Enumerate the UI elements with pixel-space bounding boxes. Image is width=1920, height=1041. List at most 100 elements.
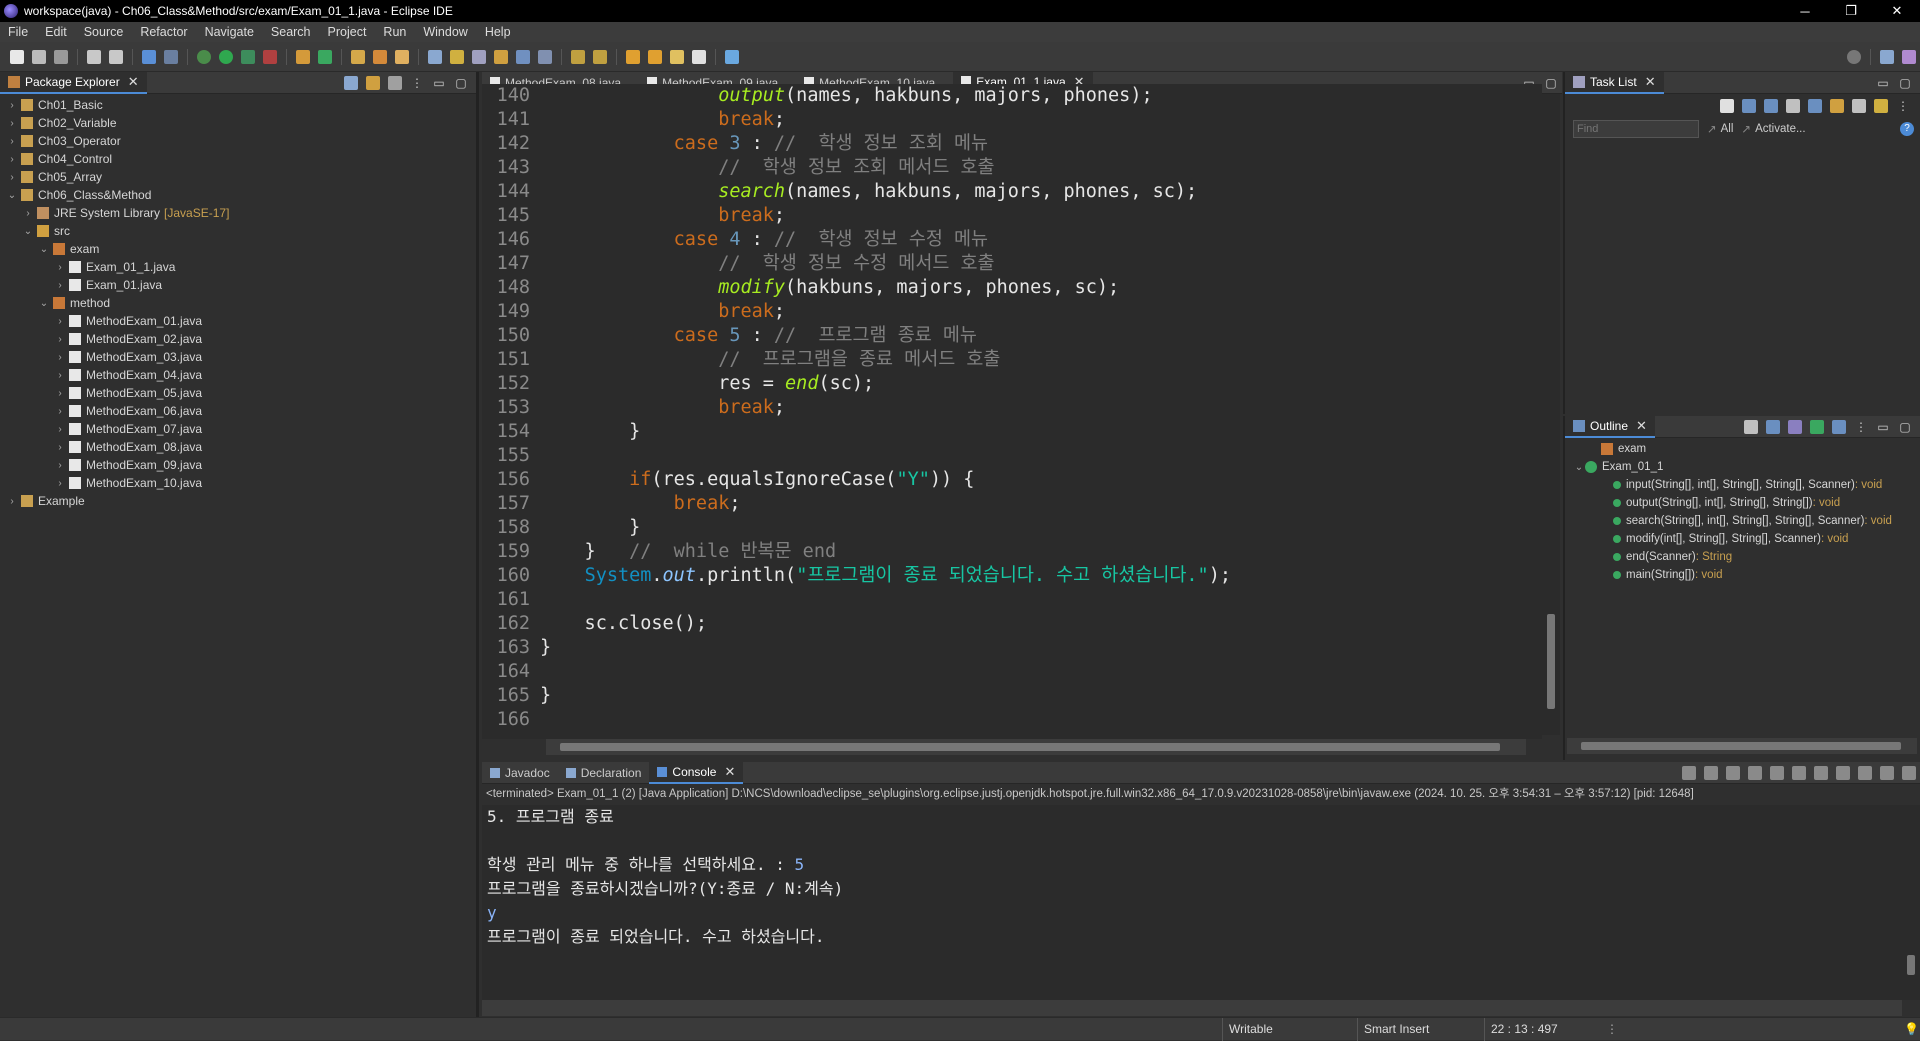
forward-history-icon[interactable]	[648, 49, 662, 64]
tree-item[interactable]: ⌄ method	[0, 294, 476, 312]
menu-navigate[interactable]: Navigate	[197, 25, 263, 39]
chevron-right-icon[interactable]: ›	[54, 280, 66, 291]
chevron-right-icon[interactable]: ›	[54, 370, 66, 381]
menu-window[interactable]: Window	[415, 25, 476, 39]
restore-button[interactable]: ❐	[1828, 0, 1874, 22]
tree-item[interactable]: › MethodExam_01.java	[0, 312, 476, 330]
hide-completed-icon[interactable]	[1786, 99, 1800, 113]
tree-item[interactable]: › MethodExam_03.java	[0, 348, 476, 366]
status-menu-icon[interactable]: ⋮	[1600, 1018, 1618, 1041]
menu-run[interactable]: Run	[375, 25, 415, 39]
menu-help[interactable]: Help	[477, 25, 520, 39]
editor-horizontal-scrollbar[interactable]	[546, 739, 1526, 755]
new-task-icon[interactable]	[1720, 99, 1734, 113]
tree-item[interactable]: › MethodExam_10.java	[0, 474, 476, 492]
chevron-right-icon[interactable]: ›	[6, 172, 18, 183]
chevron-down-icon[interactable]: ⌄	[6, 190, 18, 201]
maximize-view-icon[interactable]: ▢	[454, 76, 468, 90]
paragraph-icon[interactable]	[538, 49, 552, 64]
remove-launch-icon[interactable]	[1704, 765, 1718, 780]
menu-file[interactable]: File	[0, 25, 37, 39]
chevron-right-icon[interactable]: ›	[54, 352, 66, 363]
tab-outline[interactable]: Outline ✕	[1565, 415, 1655, 438]
next-annotation-icon[interactable]	[571, 49, 585, 64]
tree-item[interactable]: ⌄ src	[0, 222, 476, 240]
link-icon[interactable]	[1874, 99, 1888, 113]
tree-item[interactable]: › Ch02_Variable	[0, 114, 476, 132]
open-task-icon[interactable]	[373, 49, 387, 64]
sync-icon[interactable]	[1830, 99, 1844, 113]
task-find-input[interactable]	[1573, 120, 1699, 138]
scroll-lock-icon[interactable]	[1748, 765, 1762, 780]
focus-icon[interactable]	[1808, 99, 1822, 113]
bottom-tab[interactable]: Console ✕	[649, 761, 744, 784]
outline-item[interactable]: input(String[], int[], String[], String[…	[1565, 476, 1920, 494]
view-menu-icon[interactable]	[1858, 765, 1872, 780]
maximize-view-icon[interactable]: ▢	[1898, 420, 1912, 434]
tree-item[interactable]: › Ch03_Operator	[0, 132, 476, 150]
tree-item[interactable]: › MethodExam_02.java	[0, 330, 476, 348]
collapse-all-icon[interactable]	[1744, 419, 1758, 434]
external-tools-icon[interactable]	[263, 49, 277, 64]
close-icon[interactable]: ✕	[1636, 418, 1647, 434]
collapse-all-icon[interactable]	[1852, 99, 1866, 113]
chevron-right-icon[interactable]: ›	[54, 460, 66, 471]
tab-task-list[interactable]: Task List ✕	[1565, 71, 1664, 94]
outline-item[interactable]: ⌄ Exam_01_1	[1565, 458, 1920, 476]
tree-item[interactable]: › MethodExam_08.java	[0, 438, 476, 456]
chevron-right-icon[interactable]: ›	[54, 424, 66, 435]
undo-icon[interactable]	[87, 49, 101, 64]
minimize-button[interactable]: ─	[1782, 0, 1828, 22]
minimize-view-icon[interactable]	[1880, 765, 1894, 780]
minimize-view-icon[interactable]: ▭	[1876, 76, 1890, 90]
menu-edit[interactable]: Edit	[37, 25, 76, 39]
hide-fields-icon[interactable]	[1788, 419, 1802, 434]
view-menu-icon[interactable]: ⋮	[1896, 99, 1910, 113]
chevron-down-icon[interactable]: ⌄	[1573, 462, 1585, 473]
scheduled-icon[interactable]	[1764, 99, 1778, 113]
tree-item[interactable]: › Ch01_Basic	[0, 96, 476, 114]
back-icon[interactable]	[670, 49, 684, 64]
filter-icon[interactable]	[388, 75, 402, 90]
task-activate-link[interactable]: Activate...	[1755, 123, 1806, 135]
redo-icon[interactable]	[109, 49, 123, 64]
chevron-right-icon[interactable]: ›	[54, 478, 66, 489]
block-selection-icon[interactable]	[494, 49, 508, 64]
console-scroll-thumb[interactable]	[1907, 955, 1915, 975]
chevron-down-icon[interactable]: ⌄	[38, 298, 50, 309]
task-all-link[interactable]: All	[1721, 123, 1734, 135]
outline-item[interactable]: main(String[]) : void	[1565, 566, 1920, 584]
editor-hscroll-thumb[interactable]	[560, 743, 1500, 751]
java-perspective-icon[interactable]	[1902, 49, 1916, 64]
hide-static-icon[interactable]	[1810, 419, 1824, 434]
tree-item[interactable]: ⌄ Ch06_Class&Method	[0, 186, 476, 204]
help-icon[interactable]: ?	[1900, 122, 1914, 136]
menu-search[interactable]: Search	[263, 25, 320, 39]
open-type-icon[interactable]	[351, 49, 365, 64]
maximize-view-icon[interactable]: ▢	[1898, 76, 1912, 90]
tree-item[interactable]: › MethodExam_06.java	[0, 402, 476, 420]
terminal-icon[interactable]	[142, 49, 156, 64]
toggle-mark-icon[interactable]	[472, 49, 486, 64]
tree-item[interactable]: › Exam_01.java	[0, 276, 476, 294]
outline-hscroll-thumb[interactable]	[1581, 742, 1901, 750]
menu-source[interactable]: Source	[76, 25, 133, 39]
chevron-right-icon[interactable]: ›	[54, 442, 66, 453]
link-with-editor-icon[interactable]	[366, 75, 380, 90]
forward-icon[interactable]	[692, 49, 706, 64]
chevron-right-icon[interactable]: ›	[6, 136, 18, 147]
chevron-right-icon[interactable]: ›	[6, 154, 18, 165]
prev-annotation-icon[interactable]	[593, 49, 607, 64]
tree-item[interactable]: › MethodExam_04.java	[0, 366, 476, 384]
maximize-view-icon[interactable]	[1902, 765, 1916, 780]
skip-breakpoints-icon[interactable]	[164, 49, 178, 64]
console-horizontal-scrollbar[interactable]	[482, 1000, 1902, 1016]
chevron-down-icon[interactable]: ⌄	[22, 226, 34, 237]
save-icon[interactable]	[32, 49, 46, 64]
outline-item[interactable]: search(String[], int[], String[], String…	[1565, 512, 1920, 530]
close-icon[interactable]: ✕	[1645, 74, 1656, 90]
collapse-all-icon[interactable]	[344, 75, 358, 90]
tree-item[interactable]: › MethodExam_07.java	[0, 420, 476, 438]
new-class-icon[interactable]	[318, 49, 332, 64]
terminate-icon[interactable]	[1682, 765, 1696, 780]
